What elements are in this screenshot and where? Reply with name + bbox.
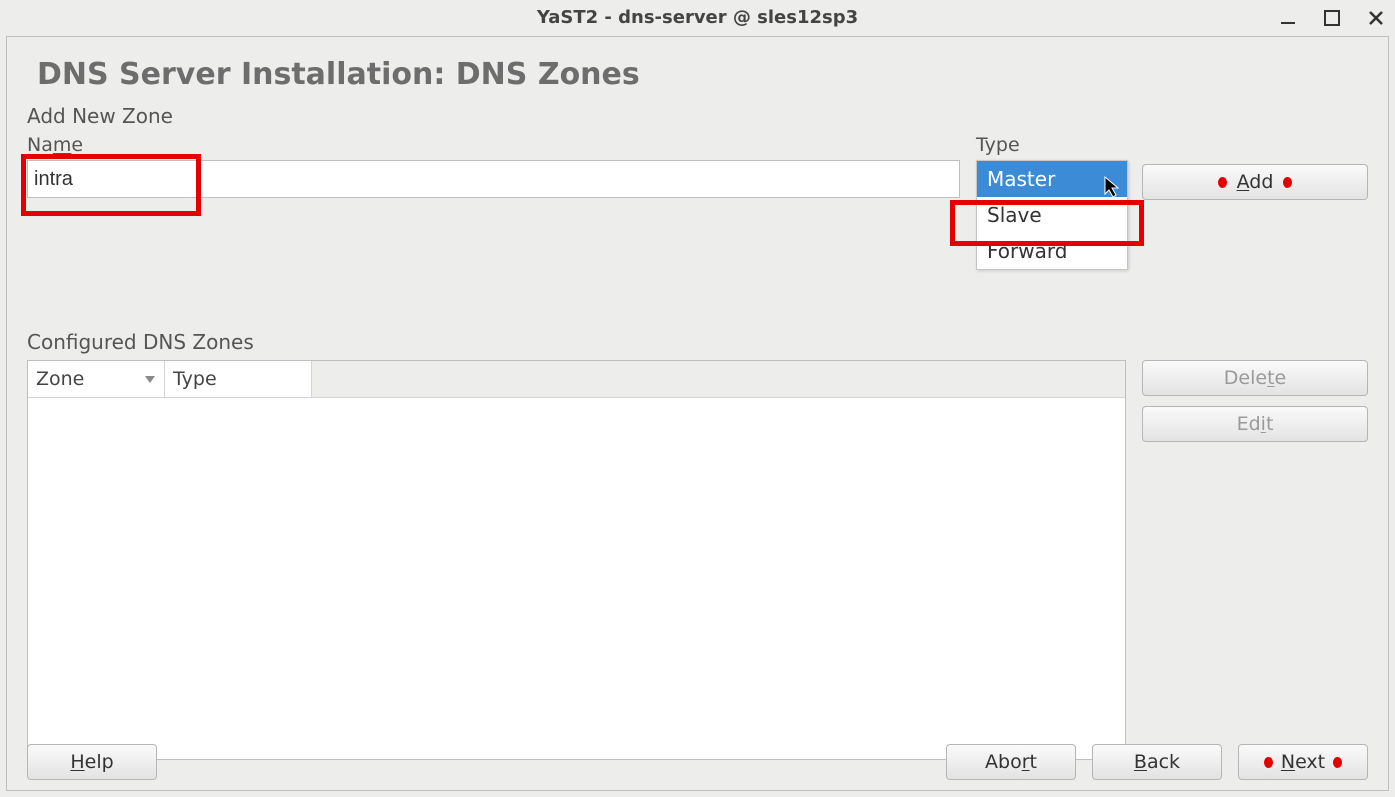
- annotation-dot-icon: [1264, 757, 1273, 768]
- sort-desc-icon: [144, 373, 156, 385]
- annotation-dot-icon: [1333, 757, 1342, 768]
- minimize-icon[interactable]: [1279, 9, 1297, 27]
- page-title: DNS Server Installation: DNS Zones: [37, 57, 1368, 92]
- column-type[interactable]: Type: [165, 361, 312, 397]
- client-area: DNS Server Installation: DNS Zones Add N…: [6, 36, 1389, 791]
- window-titlebar: YaST2 - dns-server @ sles12sp3: [0, 0, 1395, 36]
- add-button[interactable]: Add: [1142, 164, 1368, 200]
- table-header: Zone Type: [28, 361, 1125, 398]
- back-button[interactable]: Back: [1092, 744, 1222, 780]
- next-button[interactable]: Next: [1238, 744, 1368, 780]
- configured-zones-label: Configured DNS Zones: [27, 330, 1368, 354]
- close-icon[interactable]: [1367, 9, 1385, 27]
- type-label: Type: [976, 134, 1126, 156]
- type-option-forward[interactable]: Forward: [977, 233, 1127, 269]
- type-option-master[interactable]: Master: [977, 161, 1127, 197]
- abort-button[interactable]: Abort: [946, 744, 1076, 780]
- zone-type-select[interactable]: Master Slave Forward: [976, 160, 1128, 270]
- zone-name-input[interactable]: [27, 160, 960, 198]
- annotation-dot-icon: [1283, 177, 1292, 188]
- column-zone[interactable]: Zone: [28, 361, 165, 397]
- name-label: Name: [27, 134, 960, 156]
- type-option-slave[interactable]: Slave: [977, 197, 1127, 233]
- help-button[interactable]: Help: [27, 744, 157, 780]
- zones-table[interactable]: Zone Type: [27, 360, 1126, 760]
- window-title: YaST2 - dns-server @ sles12sp3: [537, 7, 858, 28]
- maximize-icon[interactable]: [1323, 9, 1341, 27]
- annotation-dot-icon: [1218, 177, 1227, 188]
- delete-button[interactable]: Delete: [1142, 360, 1368, 396]
- edit-button[interactable]: Edit: [1142, 406, 1368, 442]
- wizard-footer: Help Abort Back Next: [27, 744, 1368, 780]
- add-zone-label: Add New Zone: [27, 104, 1368, 128]
